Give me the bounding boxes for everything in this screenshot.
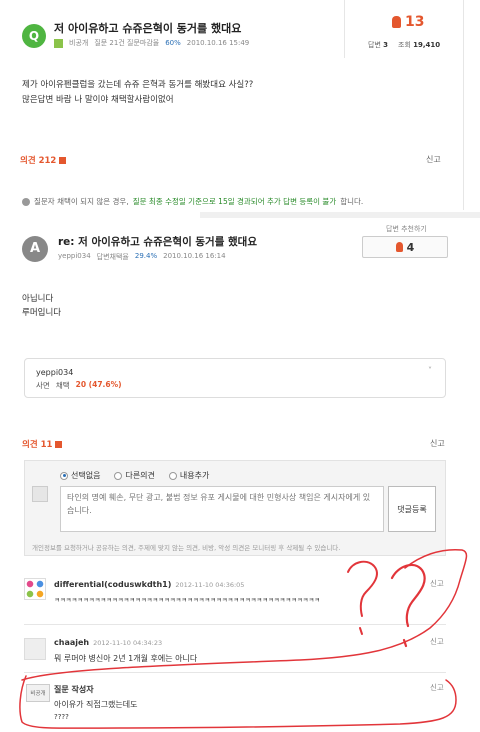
question-mark-1 (347, 560, 378, 635)
scribble-outline (19, 548, 468, 729)
red-scribble-annotation (19, 548, 468, 729)
